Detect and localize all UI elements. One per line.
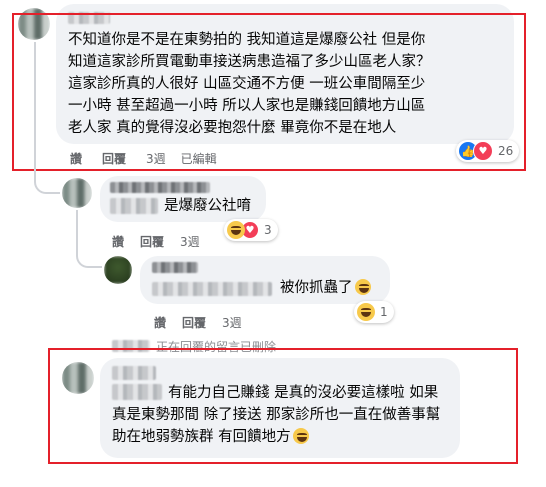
avatar[interactable] <box>62 178 92 208</box>
reply-text-content: 被你抓蟲了 <box>280 280 353 296</box>
reaction-count: 3 <box>264 223 272 237</box>
reaction-count: 1 <box>380 305 388 319</box>
reply-button[interactable]: 回覆 <box>182 314 206 331</box>
thread-connector <box>76 210 102 268</box>
thread-connector <box>34 172 60 194</box>
tagged-name[interactable] <box>110 198 158 214</box>
highlight-box <box>12 13 526 171</box>
avatar[interactable] <box>104 256 132 284</box>
laughing-emoji-icon <box>354 279 371 295</box>
reply-actions: 讚 回覆 3週 <box>112 233 215 250</box>
timestamp[interactable]: 3週 <box>222 314 242 331</box>
tagged-name[interactable] <box>152 282 272 296</box>
highlight-box <box>48 348 518 464</box>
haha-reaction-icon <box>227 221 245 239</box>
reply-button[interactable]: 回覆 <box>140 233 164 250</box>
avatar-image <box>62 178 92 208</box>
commenter-name[interactable] <box>110 182 210 193</box>
timestamp[interactable]: 3週 <box>180 233 200 250</box>
like-button[interactable]: 讚 <box>154 314 166 331</box>
haha-reaction-icon <box>357 303 375 321</box>
reply-actions: 讚 回覆 3週 <box>154 314 257 331</box>
reply-text: 被你抓蟲了 <box>280 278 371 299</box>
reaction-summary[interactable]: ♥ 3 <box>224 219 278 241</box>
thread-line <box>34 42 36 172</box>
reply-text: 是爆廢公社唷 <box>164 198 251 214</box>
commenter-name[interactable] <box>152 262 198 273</box>
avatar-image <box>104 256 132 284</box>
like-button[interactable]: 讚 <box>112 233 124 250</box>
reaction-summary[interactable]: 1 <box>354 301 394 323</box>
